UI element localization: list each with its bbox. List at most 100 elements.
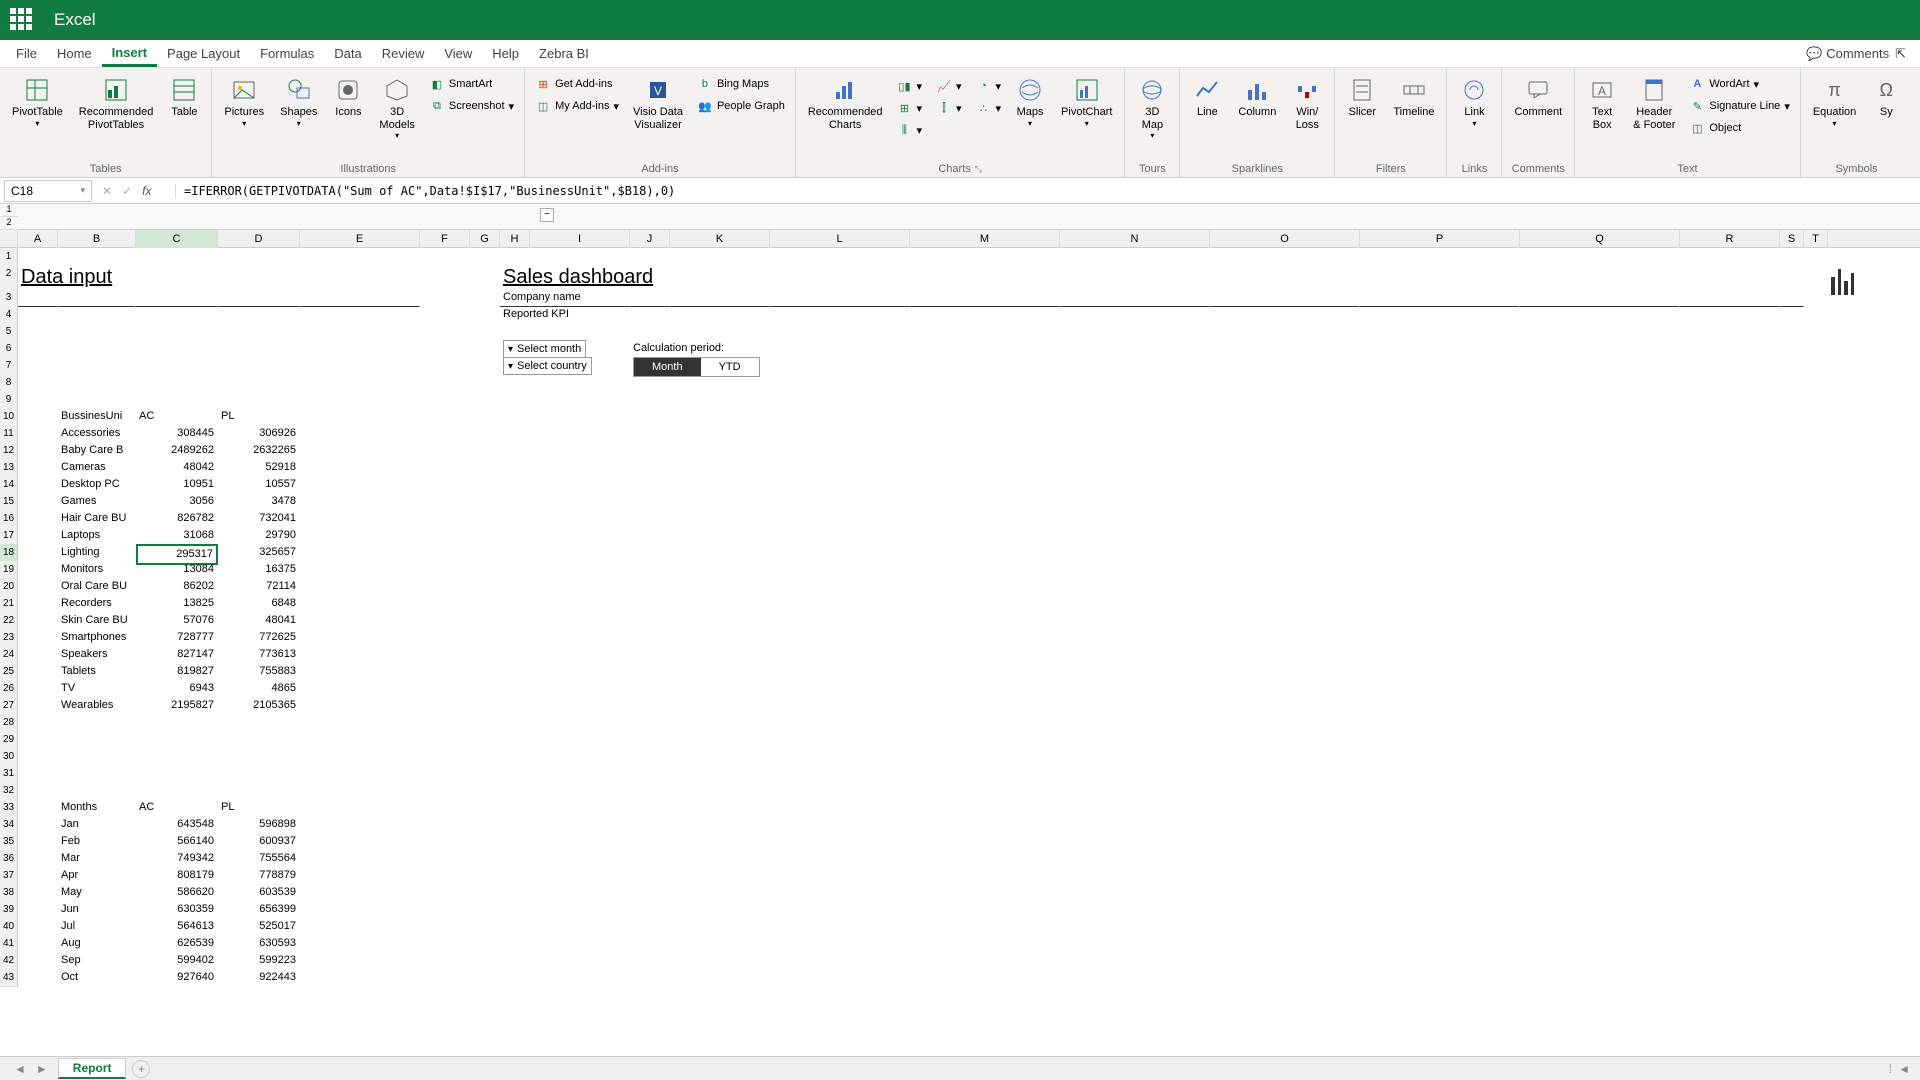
cell[interactable] bbox=[1060, 697, 1210, 715]
cell[interactable] bbox=[1804, 867, 1828, 885]
cell[interactable] bbox=[1060, 714, 1210, 732]
cell[interactable] bbox=[470, 935, 500, 953]
cell[interactable] bbox=[1804, 459, 1828, 477]
cell[interactable] bbox=[420, 799, 470, 817]
comments-button[interactable]: 💬 Comments bbox=[1806, 46, 1889, 62]
cell[interactable] bbox=[420, 612, 470, 630]
cell[interactable] bbox=[1804, 493, 1828, 511]
cell[interactable] bbox=[420, 459, 470, 477]
cell[interactable]: Months bbox=[58, 799, 136, 817]
cell[interactable] bbox=[1680, 748, 1780, 766]
cell[interactable] bbox=[530, 901, 630, 919]
cell[interactable] bbox=[420, 731, 470, 749]
cell[interactable] bbox=[910, 816, 1060, 834]
cell[interactable] bbox=[1520, 969, 1680, 987]
cell[interactable] bbox=[1520, 782, 1680, 800]
cell[interactable] bbox=[1520, 391, 1680, 409]
cell[interactable] bbox=[1060, 816, 1210, 834]
cell[interactable] bbox=[1780, 884, 1804, 902]
cell[interactable] bbox=[670, 969, 770, 987]
cell[interactable] bbox=[1520, 425, 1680, 443]
row-header[interactable]: 39 bbox=[0, 901, 18, 919]
cell[interactable] bbox=[1060, 493, 1210, 511]
col-C[interactable]: C bbox=[136, 230, 218, 248]
cell[interactable] bbox=[1210, 782, 1360, 800]
cell[interactable] bbox=[500, 782, 530, 800]
cell[interactable] bbox=[1520, 527, 1680, 545]
cell[interactable]: 630593 bbox=[218, 935, 300, 953]
cell[interactable] bbox=[500, 323, 530, 341]
cell[interactable] bbox=[420, 408, 470, 426]
cell[interactable]: 586620 bbox=[136, 884, 218, 902]
spark-column-button[interactable]: Column bbox=[1232, 72, 1282, 135]
cell[interactable] bbox=[18, 935, 58, 953]
cell[interactable] bbox=[1680, 425, 1780, 443]
cell[interactable] bbox=[530, 595, 630, 613]
cell[interactable] bbox=[1804, 408, 1828, 426]
col-P[interactable]: P bbox=[1360, 230, 1520, 248]
cell[interactable] bbox=[1060, 833, 1210, 851]
cell[interactable] bbox=[420, 629, 470, 647]
cell[interactable] bbox=[300, 850, 420, 868]
cell[interactable] bbox=[630, 901, 670, 919]
cell[interactable] bbox=[1210, 833, 1360, 851]
cell[interactable] bbox=[1780, 867, 1804, 885]
row-header[interactable]: 10 bbox=[0, 408, 18, 426]
outline-collapse-button[interactable]: − bbox=[540, 208, 554, 222]
row-header[interactable]: 6 bbox=[0, 340, 18, 358]
row-header[interactable]: 1 bbox=[0, 248, 18, 266]
cell[interactable] bbox=[1210, 884, 1360, 902]
cell[interactable] bbox=[1780, 850, 1804, 868]
cell[interactable] bbox=[500, 391, 530, 409]
chart-hier-button[interactable]: ⊞▾ bbox=[892, 98, 926, 118]
cell[interactable] bbox=[1680, 493, 1780, 511]
cell[interactable] bbox=[630, 816, 670, 834]
cell[interactable] bbox=[500, 425, 530, 443]
cell[interactable] bbox=[630, 442, 670, 460]
cell[interactable] bbox=[420, 510, 470, 528]
cell[interactable] bbox=[300, 578, 420, 596]
cell[interactable] bbox=[470, 323, 500, 341]
cell[interactable] bbox=[1780, 935, 1804, 953]
cell[interactable]: Tablets bbox=[58, 663, 136, 681]
cell[interactable] bbox=[670, 510, 770, 528]
pivotchart-button[interactable]: PivotChart▾ bbox=[1055, 72, 1118, 140]
cell[interactable] bbox=[1804, 663, 1828, 681]
cell[interactable] bbox=[1060, 884, 1210, 902]
cell[interactable] bbox=[470, 578, 500, 596]
cell[interactable] bbox=[300, 952, 420, 970]
cell[interactable] bbox=[1360, 442, 1520, 460]
cell[interactable] bbox=[1060, 578, 1210, 596]
cell[interactable] bbox=[1828, 799, 1858, 817]
cell[interactable] bbox=[1520, 459, 1680, 477]
cell[interactable] bbox=[136, 782, 218, 800]
cell[interactable] bbox=[1520, 833, 1680, 851]
cell[interactable] bbox=[530, 969, 630, 987]
row-header[interactable]: 4 bbox=[0, 306, 18, 324]
cell[interactable]: 306926 bbox=[218, 425, 300, 443]
cell[interactable] bbox=[58, 323, 136, 341]
cell[interactable] bbox=[530, 527, 630, 545]
cell[interactable] bbox=[1804, 476, 1828, 494]
cell[interactable] bbox=[500, 680, 530, 698]
col-E[interactable]: E bbox=[300, 230, 420, 248]
cell[interactable] bbox=[1804, 442, 1828, 460]
cell[interactable] bbox=[910, 476, 1060, 494]
cell[interactable] bbox=[770, 323, 910, 341]
cell[interactable] bbox=[1210, 816, 1360, 834]
cell[interactable] bbox=[770, 248, 910, 266]
cell[interactable]: 755564 bbox=[218, 850, 300, 868]
menu-insert[interactable]: Insert bbox=[102, 41, 157, 67]
cell[interactable] bbox=[1680, 340, 1780, 358]
cell[interactable] bbox=[58, 731, 136, 749]
cell[interactable] bbox=[1804, 527, 1828, 545]
spreadsheet-grid[interactable]: A B C D E F G H I J K L M N O P Q R S T … bbox=[0, 230, 1920, 1056]
cell[interactable] bbox=[300, 612, 420, 630]
cell[interactable]: AC bbox=[136, 408, 218, 426]
cell[interactable] bbox=[1680, 510, 1780, 528]
cell[interactable] bbox=[770, 493, 910, 511]
cell[interactable] bbox=[1828, 248, 1858, 266]
cell[interactable] bbox=[1680, 816, 1780, 834]
cell[interactable] bbox=[670, 918, 770, 936]
my-addins-button[interactable]: ◫My Add-ins ▾ bbox=[531, 96, 623, 116]
